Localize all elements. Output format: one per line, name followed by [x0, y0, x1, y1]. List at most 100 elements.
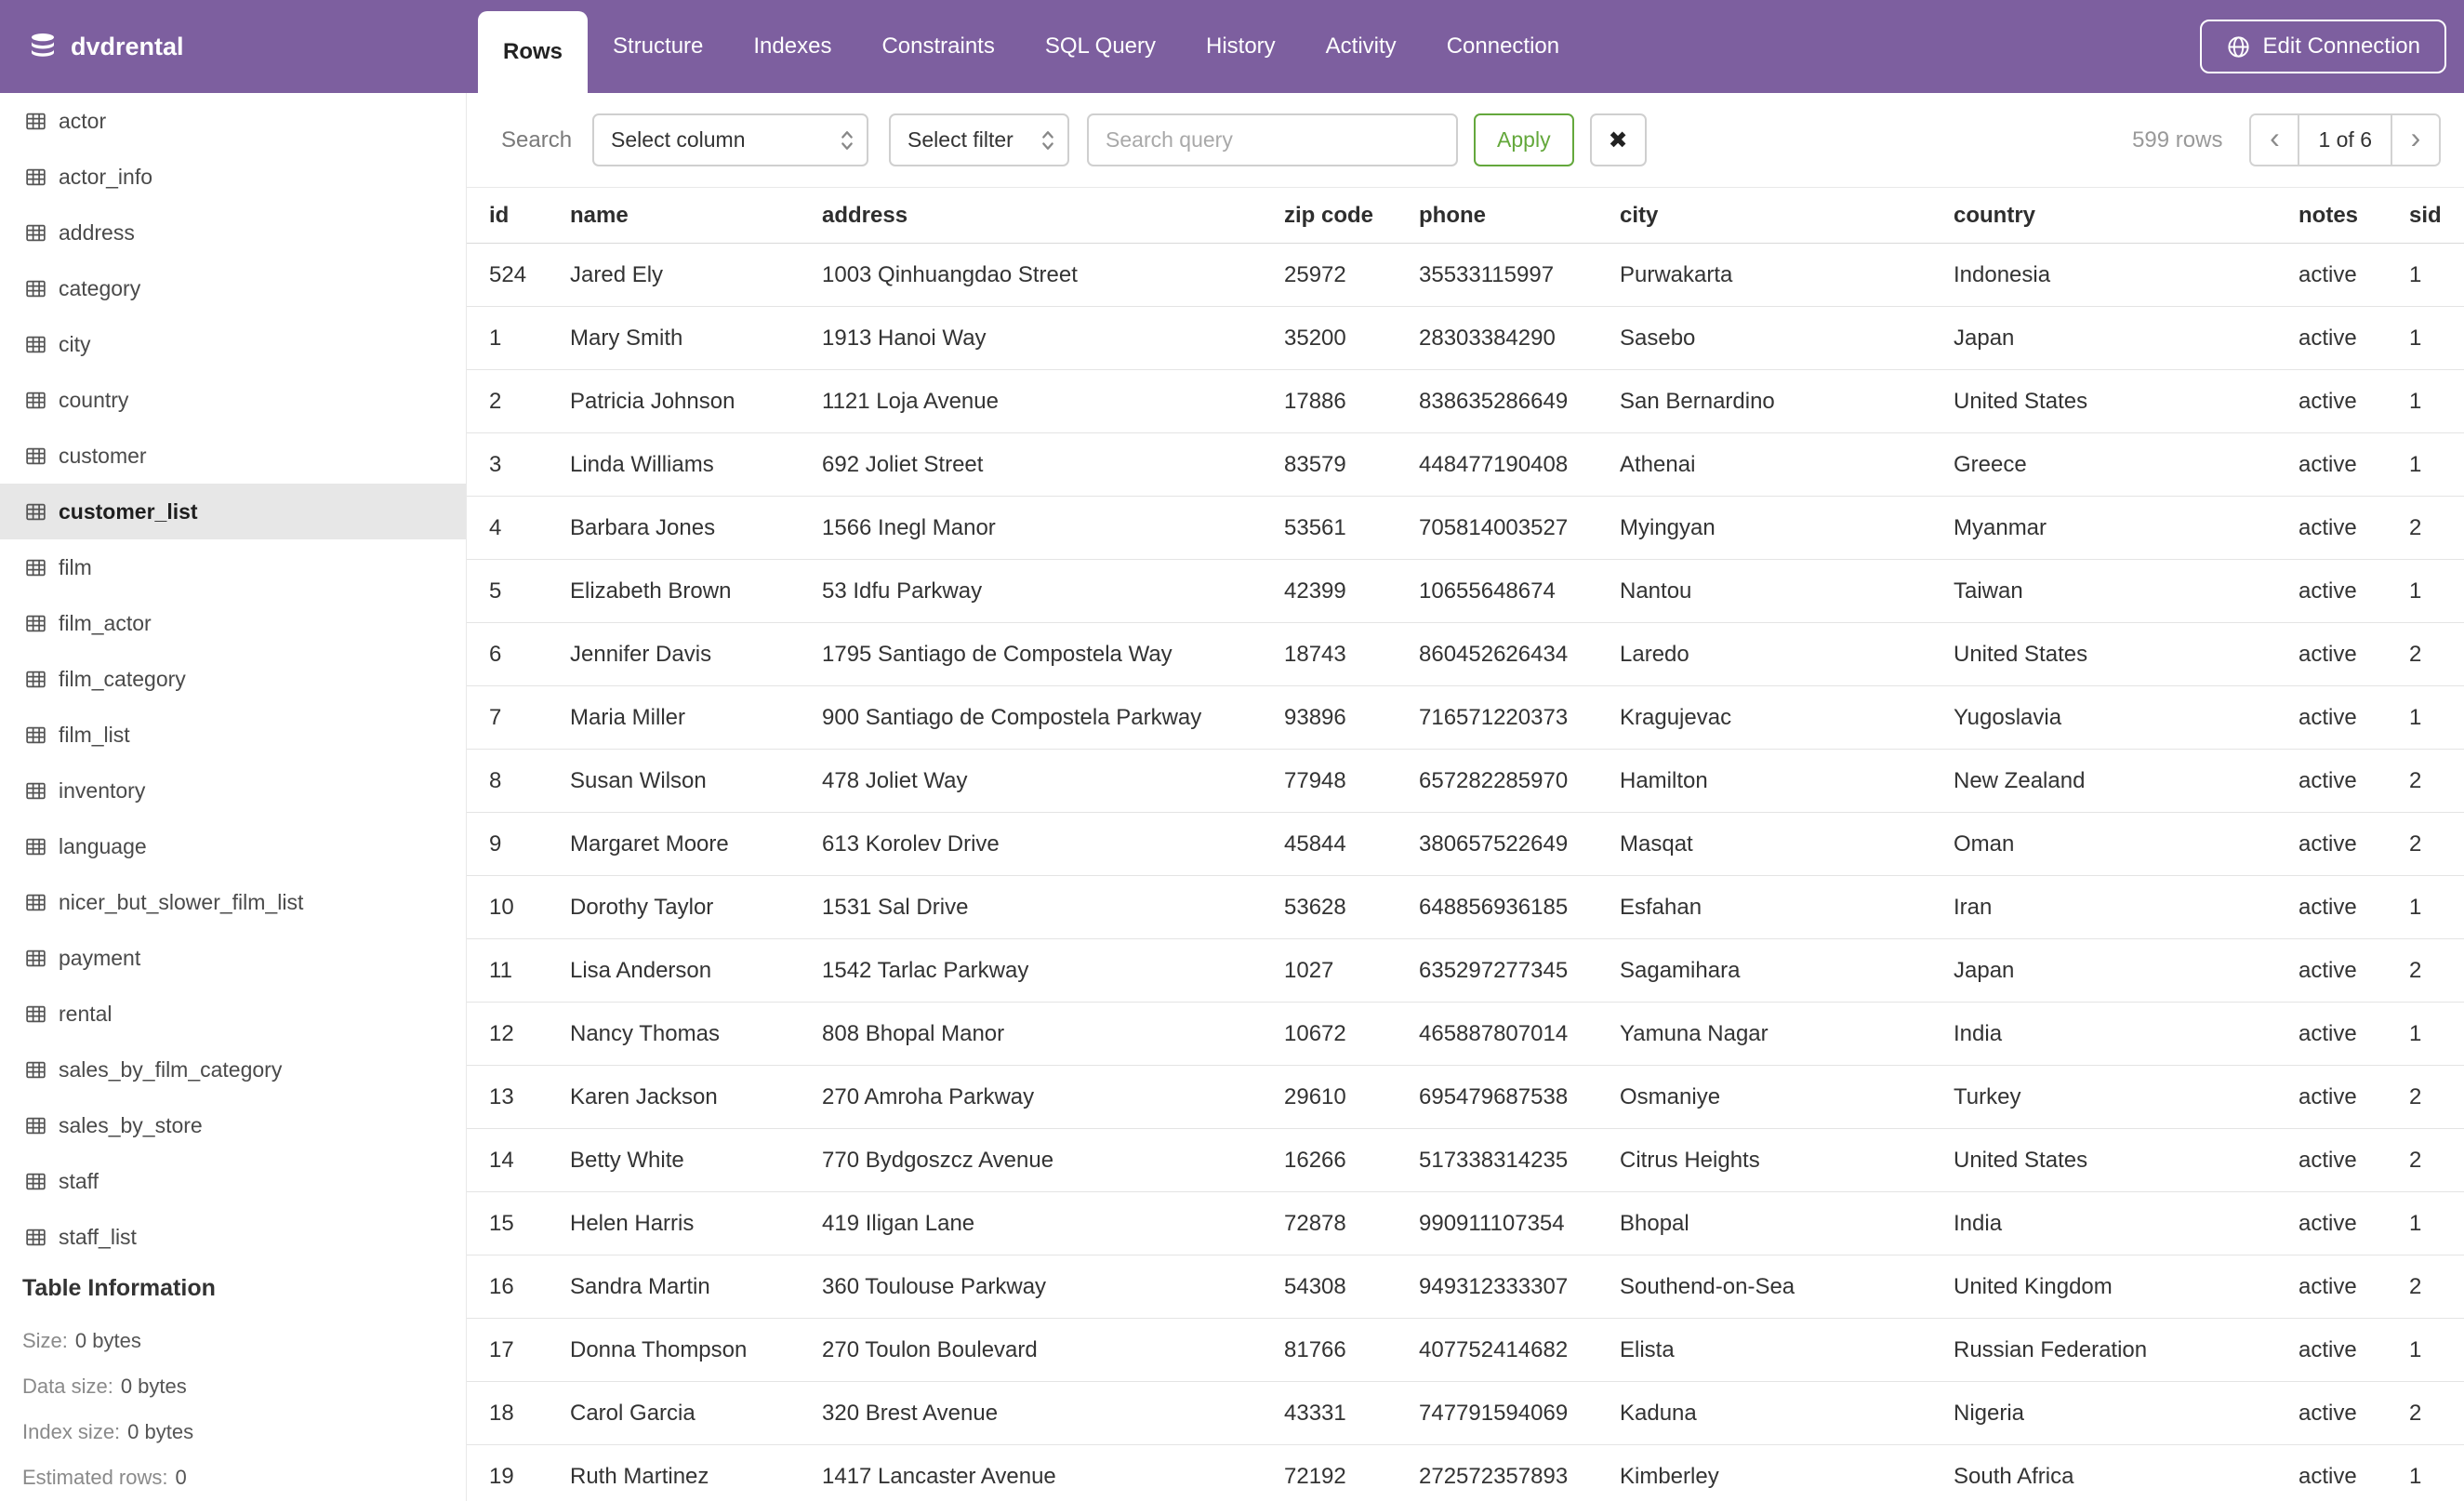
table-cell[interactable]: active — [2298, 938, 2409, 1003]
table-cell[interactable]: Iran — [1954, 875, 2298, 939]
table-cell[interactable]: 1 — [2409, 1318, 2464, 1382]
table-cell[interactable]: 770 Bydgoszcz Avenue — [822, 1128, 1284, 1192]
table-cell[interactable]: 72878 — [1284, 1191, 1419, 1255]
table-cell[interactable]: 53561 — [1284, 496, 1419, 560]
table-cell[interactable]: 1 — [2409, 306, 2464, 370]
table-cell[interactable]: Osmaniye — [1620, 1065, 1954, 1129]
table-cell[interactable]: active — [2298, 1002, 2409, 1066]
table-cell[interactable]: active — [2298, 1065, 2409, 1129]
table-cell[interactable]: 8 — [467, 749, 570, 813]
table-cell[interactable]: 43331 — [1284, 1381, 1419, 1445]
table-cell[interactable]: 5 — [467, 559, 570, 623]
table-cell[interactable]: 25972 — [1284, 243, 1419, 307]
sidebar-item-nicer-but-slower-film-list[interactable]: nicer_but_slower_film_list — [0, 874, 466, 930]
table-cell[interactable]: active — [2298, 812, 2409, 876]
sidebar-item-staff-list[interactable]: staff_list — [0, 1209, 466, 1265]
table-cell[interactable]: 1121 Loja Avenue — [822, 369, 1284, 433]
table-cell[interactable]: active — [2298, 369, 2409, 433]
table-cell[interactable]: 990911107354 — [1419, 1191, 1620, 1255]
table-cell[interactable]: Turkey — [1954, 1065, 2298, 1129]
table-cell[interactable]: 35200 — [1284, 306, 1419, 370]
table-cell[interactable]: 1027 — [1284, 938, 1419, 1003]
table-cell[interactable]: active — [2298, 1128, 2409, 1192]
table-cell[interactable]: Myanmar — [1954, 496, 2298, 560]
table-cell[interactable]: 747791594069 — [1419, 1381, 1620, 1445]
tab-history[interactable]: History — [1181, 0, 1301, 93]
table-cell[interactable]: Kragujevac — [1620, 685, 1954, 750]
table-cell[interactable]: Laredo — [1620, 622, 1954, 686]
table-cell[interactable]: Lisa Anderson — [570, 938, 822, 1003]
tab-rows[interactable]: Rows — [478, 11, 589, 93]
table-row[interactable]: 8 Susan Wilson 478 Joliet Way 77948 65728228… — [467, 749, 2464, 813]
table-cell[interactable]: active — [2298, 496, 2409, 560]
table-cell[interactable]: Bhopal — [1620, 1191, 1954, 1255]
table-cell[interactable]: 448477190408 — [1419, 432, 1620, 497]
table-row[interactable]: 2 Patricia Johnson 1121 Loja Avenue 17886 83… — [467, 369, 2464, 433]
table-cell[interactable]: 1542 Tarlac Parkway — [822, 938, 1284, 1003]
table-cell[interactable]: 949312333307 — [1419, 1255, 1620, 1319]
sidebar-item-city[interactable]: city — [0, 316, 466, 372]
column-header-address[interactable]: address — [822, 187, 1284, 244]
table-cell[interactable]: 2 — [2409, 496, 2464, 560]
tab-structure[interactable]: Structure — [588, 0, 728, 93]
table-row[interactable]: 524 Jared Ely 1003 Qinhuangdao Street 25972… — [467, 243, 2464, 307]
search-query-input[interactable] — [1087, 113, 1459, 166]
table-cell[interactable]: Kimberley — [1620, 1444, 1954, 1501]
table-cell[interactable]: Helen Harris — [570, 1191, 822, 1255]
table-cell[interactable]: 1 — [2409, 369, 2464, 433]
table-cell[interactable]: 860452626434 — [1419, 622, 1620, 686]
table-cell[interactable]: 692 Joliet Street — [822, 432, 1284, 497]
next-page-button[interactable]: › — [2392, 115, 2439, 165]
table-row[interactable]: 12 Nancy Thomas 808 Bhopal Manor 10672 46588… — [467, 1002, 2464, 1066]
table-cell[interactable]: 9 — [467, 812, 570, 876]
table-cell[interactable]: Nancy Thomas — [570, 1002, 822, 1066]
table-cell[interactable]: 1 — [2409, 243, 2464, 307]
sidebar-item-film[interactable]: film — [0, 539, 466, 595]
table-cell[interactable]: 407752414682 — [1419, 1318, 1620, 1382]
sidebar-item-sales-by-film-category[interactable]: sales_by_film_category — [0, 1042, 466, 1097]
table-row[interactable]: 14 Betty White 770 Bydgoszcz Avenue 16266 51… — [467, 1128, 2464, 1192]
table-row[interactable]: 17 Donna Thompson 270 Toulon Boulevard 8176… — [467, 1318, 2464, 1382]
table-cell[interactable]: South Africa — [1954, 1444, 2298, 1501]
table-cell[interactable]: India — [1954, 1002, 2298, 1066]
table-cell[interactable]: active — [2298, 685, 2409, 750]
table-cell[interactable]: Linda Williams — [570, 432, 822, 497]
table-cell[interactable]: 1 — [2409, 1191, 2464, 1255]
table-cell[interactable]: Yugoslavia — [1954, 685, 2298, 750]
filter-select[interactable]: Select filter — [889, 113, 1070, 166]
sidebar-item-rental[interactable]: rental — [0, 986, 466, 1042]
table-cell[interactable]: 900 Santiago de Compostela Parkway — [822, 685, 1284, 750]
table-cell[interactable]: 2 — [2409, 1381, 2464, 1445]
table-cell[interactable]: active — [2298, 622, 2409, 686]
table-cell[interactable]: 19 — [467, 1444, 570, 1501]
table-cell[interactable]: 1417 Lancaster Avenue — [822, 1444, 1284, 1501]
table-cell[interactable]: Japan — [1954, 306, 2298, 370]
table-row[interactable]: 7 Maria Miller 900 Santiago de Compostela … — [467, 685, 2464, 750]
sidebar-item-language[interactable]: language — [0, 818, 466, 874]
table-cell[interactable]: 17886 — [1284, 369, 1419, 433]
sidebar-item-address[interactable]: address — [0, 205, 466, 260]
table-cell[interactable]: Carol Garcia — [570, 1381, 822, 1445]
table-cell[interactable]: 72192 — [1284, 1444, 1419, 1501]
table-cell[interactable]: 270 Toulon Boulevard — [822, 1318, 1284, 1382]
table-cell[interactable]: Sandra Martin — [570, 1255, 822, 1319]
table-cell[interactable]: active — [2298, 1381, 2409, 1445]
table-cell[interactable]: 517338314235 — [1419, 1128, 1620, 1192]
table-cell[interactable]: 17 — [467, 1318, 570, 1382]
table-cell[interactable]: 1566 Inegl Manor — [822, 496, 1284, 560]
table-cell[interactable]: 53 Idfu Parkway — [822, 559, 1284, 623]
table-cell[interactable]: Sagamihara — [1620, 938, 1954, 1003]
table-cell[interactable]: active — [2298, 875, 2409, 939]
table-cell[interactable]: active — [2298, 306, 2409, 370]
table-cell[interactable]: United States — [1954, 622, 2298, 686]
table-cell[interactable]: San Bernardino — [1620, 369, 1954, 433]
table-cell[interactable]: Athenai — [1620, 432, 1954, 497]
column-header-name[interactable]: name — [570, 187, 822, 244]
table-row[interactable]: 15 Helen Harris 419 Iligan Lane 72878 990911… — [467, 1191, 2464, 1255]
table-cell[interactable]: Nigeria — [1954, 1381, 2298, 1445]
sidebar-item-customer-list[interactable]: customer_list — [0, 484, 466, 539]
table-cell[interactable]: Taiwan — [1954, 559, 2298, 623]
sidebar-item-category[interactable]: category — [0, 260, 466, 316]
table-row[interactable]: 1 Mary Smith 1913 Hanoi Way 35200 2830338429… — [467, 306, 2464, 370]
table-cell[interactable]: 320 Brest Avenue — [822, 1381, 1284, 1445]
